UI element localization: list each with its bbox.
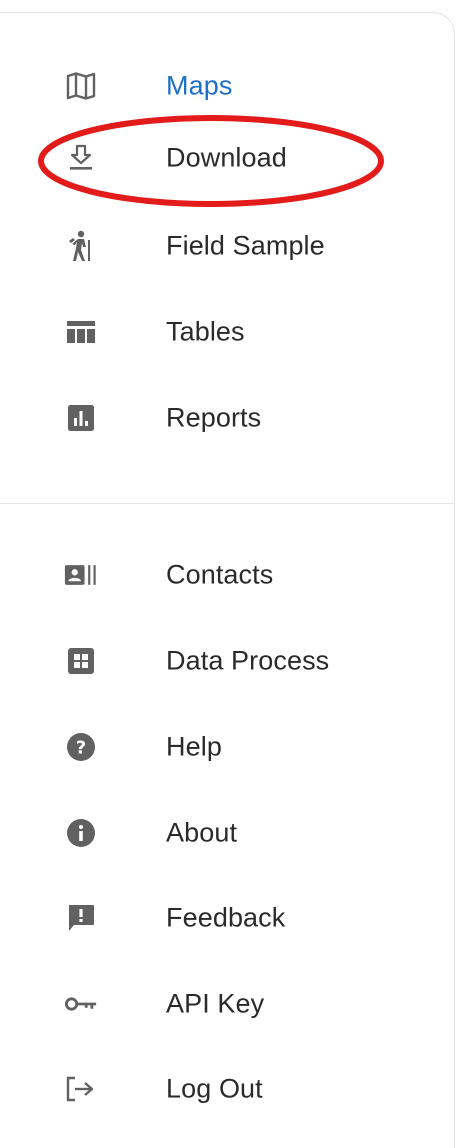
nav-item-contacts[interactable]: Contacts	[0, 539, 455, 611]
nav-item-label: API Key	[166, 988, 265, 1019]
logout-icon	[64, 1072, 98, 1106]
nav-item-label: Feedback	[166, 902, 286, 933]
nav-item-label: Tables	[166, 316, 245, 347]
nav-item-label: Data Process	[166, 645, 330, 676]
navigation-drawer: Maps Download Field Sample Tables Report…	[0, 12, 455, 1148]
divider	[0, 503, 455, 504]
nav-item-about[interactable]: About	[0, 797, 455, 869]
nav-item-help[interactable]: ? Help	[0, 711, 455, 783]
nav-item-log-out[interactable]: Log Out	[0, 1053, 455, 1125]
nav-item-label: Reports	[166, 402, 262, 433]
grid-icon	[64, 644, 98, 678]
hiking-icon	[64, 229, 98, 263]
nav-item-download[interactable]: Download	[0, 122, 455, 194]
table-icon	[64, 315, 98, 349]
nav-item-maps[interactable]: Maps	[0, 50, 455, 122]
nav-item-data-process[interactable]: Data Process	[0, 625, 455, 697]
nav-item-label: Download	[166, 142, 287, 173]
nav-item-label: Maps	[166, 70, 233, 101]
nav-item-label: Field Sample	[166, 230, 325, 261]
contacts-card-icon	[64, 558, 98, 592]
report-chart-icon	[64, 401, 98, 435]
nav-item-label: About	[166, 817, 238, 848]
nav-item-field-sample[interactable]: Field Sample	[0, 210, 455, 282]
nav-item-label: Help	[166, 731, 222, 762]
nav-item-reports[interactable]: Reports	[0, 382, 455, 454]
svg-text:?: ?	[76, 738, 86, 759]
nav-item-label: Contacts	[166, 559, 274, 590]
nav-item-api-key[interactable]: API Key	[0, 968, 455, 1040]
info-circle-icon	[64, 816, 98, 850]
nav-item-label: Log Out	[166, 1073, 263, 1104]
download-icon	[64, 141, 98, 175]
feedback-icon	[64, 901, 98, 935]
nav-item-tables[interactable]: Tables	[0, 296, 455, 368]
nav-item-feedback[interactable]: Feedback	[0, 882, 455, 954]
help-circle-icon: ?	[64, 730, 98, 764]
key-icon	[64, 987, 98, 1021]
map-icon	[64, 69, 98, 103]
